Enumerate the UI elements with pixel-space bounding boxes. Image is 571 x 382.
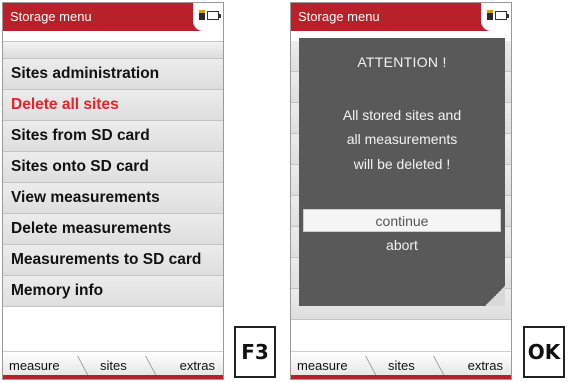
menu-item-delete-all-sites[interactable]: Delete all sites [3, 90, 223, 121]
softkey-bar: measure sites extras [291, 351, 511, 379]
softkey-divider [365, 356, 378, 378]
softkey-bar: measure sites extras [3, 351, 223, 379]
dialog-message-line: will be deleted ! [353, 156, 451, 172]
battery-icon [207, 11, 221, 20]
f3-key[interactable]: F3 [234, 326, 276, 378]
device-screen-storage-menu: Storage menu Sites administration Delete… [2, 2, 224, 380]
dialog-message-line: all measurements [346, 131, 458, 147]
menu-item-delete-measurements[interactable]: Delete measurements [3, 214, 223, 245]
status-indicators [481, 3, 511, 31]
device-screen-delete-confirm: Storage menu ATTENTION ! All stored site… [290, 2, 512, 380]
status-indicators [193, 3, 223, 31]
ok-key[interactable]: OK [523, 326, 565, 378]
menu-spacer [3, 41, 223, 59]
softkey-divider [77, 356, 90, 378]
softkey-extras[interactable]: extras [468, 358, 503, 373]
menu-item-sites-administration[interactable]: Sites administration [3, 59, 223, 90]
softkey-sites[interactable]: sites [100, 358, 127, 373]
menu-item-sites-onto-sd-card[interactable]: Sites onto SD card [3, 152, 223, 183]
softkey-sites[interactable]: sites [388, 358, 415, 373]
screen-title: Storage menu [10, 9, 92, 24]
softkey-measure[interactable]: measure [297, 358, 348, 373]
softkey-measure[interactable]: measure [9, 358, 60, 373]
confirmation-dialog: ATTENTION ! All stored sites and all mea… [299, 38, 505, 306]
dialog-message-line: All stored sites and [342, 107, 462, 123]
screen-title: Storage menu [298, 9, 380, 24]
sd-card-icon [487, 10, 493, 20]
softkey-divider [145, 356, 158, 378]
menu-item-memory-info[interactable]: Memory info [3, 276, 223, 307]
menu-item-view-measurements[interactable]: View measurements [3, 183, 223, 214]
softkey-extras[interactable]: extras [180, 358, 215, 373]
dialog-title: ATTENTION ! [357, 54, 447, 70]
title-bar: Storage menu [291, 3, 511, 31]
softkey-divider [433, 356, 446, 378]
title-bar: Storage menu [3, 3, 223, 31]
menu-item-measurements-to-sd-card[interactable]: Measurements to SD card [3, 245, 223, 276]
page-curl-icon [485, 286, 505, 306]
sd-card-icon [199, 10, 205, 20]
menu-item-sites-from-sd-card[interactable]: Sites from SD card [3, 121, 223, 152]
storage-menu-list: Sites administration Delete all sites Si… [3, 41, 223, 307]
continue-option[interactable]: continue [303, 209, 501, 232]
battery-icon [495, 11, 509, 20]
abort-option[interactable]: abort [303, 234, 501, 257]
